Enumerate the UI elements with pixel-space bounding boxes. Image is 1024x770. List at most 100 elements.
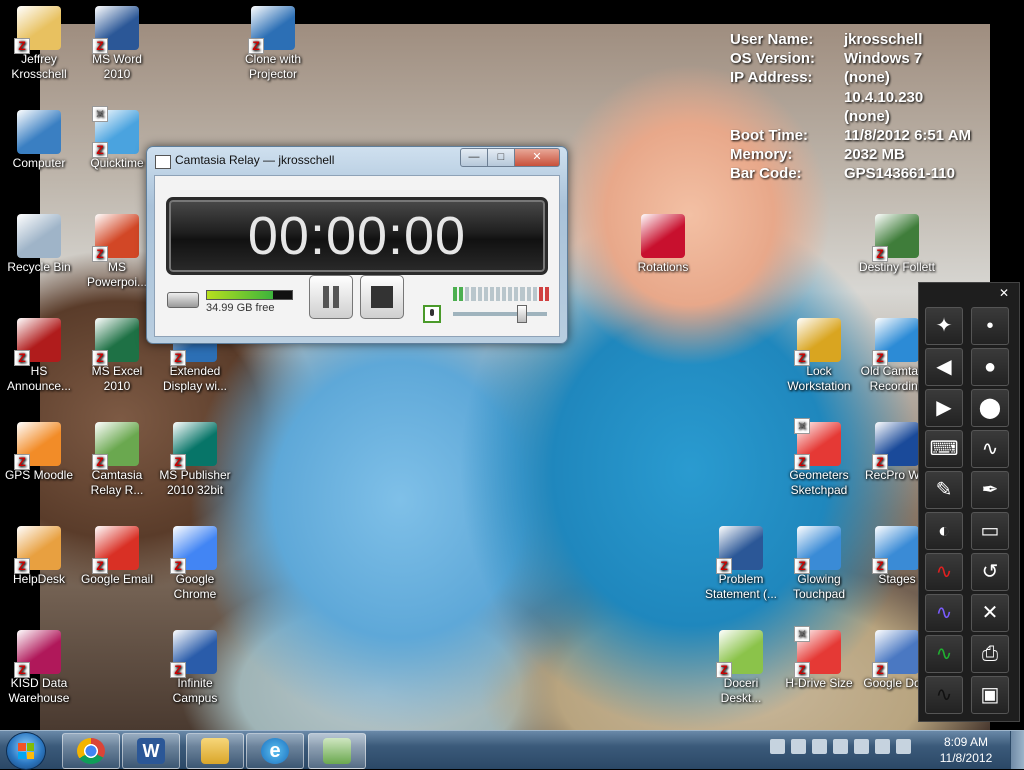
- desktop-icon[interactable]: Z MS Powerpoi...: [78, 210, 156, 290]
- desktop-icon-label: Jeffrey Krosschell: [11, 52, 67, 81]
- camtasia-relay-window[interactable]: Camtasia Relay — jkrosschell — □ ✕ 00:00…: [146, 146, 568, 344]
- sysinfo-value: 2032 MB: [844, 146, 905, 164]
- minimize-button[interactable]: —: [460, 148, 488, 167]
- taskbar-camtasia-relay[interactable]: [308, 733, 366, 769]
- level-segment: [459, 287, 464, 301]
- start-button[interactable]: [6, 732, 46, 770]
- sketchpad-icon: Z ✕: [794, 418, 841, 470]
- hs-icon: Z: [14, 318, 61, 366]
- desktop-icon[interactable]: Z ✕ H-Drive Size: [780, 626, 858, 691]
- chrome-icon: Z: [170, 526, 217, 574]
- clear-icon[interactable]: ✕: [971, 594, 1009, 632]
- pen-cursor-icon[interactable]: ✎: [925, 471, 963, 509]
- excel-icon: Z: [92, 318, 139, 366]
- desktop-icon-label: Camtasia Relay R...: [90, 468, 144, 497]
- zenworks-badge-icon: Z: [170, 558, 186, 574]
- desktop-icon-label: MS Publisher 2010 32bit: [159, 468, 231, 497]
- zenworks-badge-icon: Z: [92, 454, 108, 470]
- taskbar-internet-explorer[interactable]: e: [246, 733, 304, 769]
- taskbar-chrome[interactable]: [62, 733, 120, 769]
- arrow-left-icon[interactable]: ◀: [925, 348, 963, 386]
- tray-network-icon[interactable]: [875, 739, 890, 754]
- desktop-icon[interactable]: Z MS Excel 2010: [78, 314, 156, 394]
- purple-pen-icon[interactable]: ∿: [925, 594, 963, 632]
- system-info-overlay: User Name: jkrosschell OS Version: Windows …: [730, 30, 971, 184]
- disk-space-fill: [207, 291, 274, 299]
- desktop-icon[interactable]: Computer: [0, 106, 78, 171]
- sysinfo-row: (none): [730, 107, 971, 126]
- lock-icon: Z: [794, 318, 841, 366]
- volume-slider-track[interactable]: [453, 312, 547, 316]
- tray-display-icon[interactable]: [854, 739, 869, 754]
- desktop-icon[interactable]: Rotations: [624, 210, 702, 275]
- arrow-right-icon[interactable]: ▶: [925, 389, 963, 427]
- desktop-icon[interactable]: Z HelpDesk: [0, 522, 78, 587]
- desktop-icon[interactable]: Z Destiny Follett: [858, 210, 936, 275]
- tray-volume-icon[interactable]: [896, 739, 911, 754]
- desktop-icon[interactable]: Z GPS Moodle: [0, 418, 78, 483]
- globe-icon: Z: [872, 318, 919, 366]
- tray-bluetooth-icon[interactable]: [833, 739, 848, 754]
- tray-flag-icon[interactable]: [770, 739, 785, 754]
- taskbar-word[interactable]: W: [122, 733, 180, 769]
- zenworks-badge-icon: Z: [716, 662, 732, 678]
- desktop-icon[interactable]: Z Problem Statement (...: [702, 522, 780, 602]
- word-icon: W: [137, 738, 165, 764]
- zenworks-badge-icon: Z: [14, 662, 30, 678]
- recpro-icon: Z: [872, 422, 919, 470]
- desktop-icon[interactable]: Z ✕ Quicktime: [78, 106, 156, 171]
- desktop-icon-label: Doceri Deskt...: [720, 676, 762, 705]
- tray-globe-icon[interactable]: [812, 739, 827, 754]
- level-segment: [465, 287, 470, 301]
- pie-chart-icon: Z ✕: [794, 626, 841, 678]
- close-icon[interactable]: ✕: [997, 286, 1011, 300]
- show-desktop-button[interactable]: [1010, 731, 1024, 769]
- microphone-icon[interactable]: [423, 305, 441, 323]
- print-icon[interactable]: ⎙: [971, 635, 1009, 673]
- maximize-button[interactable]: □: [487, 148, 515, 167]
- close-button[interactable]: ✕: [514, 148, 560, 167]
- desktop-icon[interactable]: Z Google Chrome: [156, 522, 234, 602]
- pause-button[interactable]: [309, 275, 353, 319]
- undo-icon[interactable]: ↺: [971, 553, 1009, 591]
- marker-icon[interactable]: ✒: [971, 471, 1009, 509]
- stop-button[interactable]: [360, 275, 404, 319]
- desktop-icon[interactable]: Z Google Email: [78, 522, 156, 587]
- desktop-icon[interactable]: Z Clone with Projector: [234, 2, 312, 82]
- keyboard-icon[interactable]: ⌨: [925, 430, 963, 468]
- desktop-icon[interactable]: Recycle Bin: [0, 210, 78, 275]
- taskbar-explorer[interactable]: [186, 733, 244, 769]
- desktop-icon[interactable]: Z Doceri Deskt...: [702, 626, 780, 706]
- zenworks-badge-icon: Z: [872, 454, 888, 470]
- desktop-icon[interactable]: Z MS Word 2010: [78, 2, 156, 82]
- dot-large-icon[interactable]: ⬤: [971, 389, 1009, 427]
- desktop-icon[interactable]: Z MS Publisher 2010 32bit: [156, 418, 234, 498]
- zenworks-badge-icon: Z: [92, 142, 108, 158]
- green-pen-icon[interactable]: ∿: [925, 635, 963, 673]
- red-pen-icon[interactable]: ∿: [925, 553, 963, 591]
- laser-pointer-icon[interactable]: ✦: [925, 307, 963, 345]
- tray-device-icon[interactable]: [791, 739, 806, 754]
- desktop-icon[interactable]: Z Glowing Touchpad: [780, 522, 858, 602]
- save-icon[interactable]: ▣: [971, 676, 1009, 714]
- volume-slider-thumb[interactable]: [517, 305, 527, 323]
- eraser-icon[interactable]: ▭: [971, 512, 1009, 550]
- black-pen-icon[interactable]: ∿: [925, 676, 963, 714]
- sysinfo-row: OS Version: Windows 7: [730, 49, 971, 68]
- level-segment: [453, 287, 458, 301]
- pen-stroke-icon[interactable]: ∿: [971, 430, 1009, 468]
- palette-icon[interactable]: ◐: [925, 512, 963, 550]
- desktop-icon[interactable]: Z Lock Workstation: [780, 314, 858, 394]
- zenworks-badge-icon: Z: [248, 38, 264, 54]
- desktop-icon[interactable]: Z ✕ Geometers Sketchpad: [780, 418, 858, 498]
- taskbar-clock[interactable]: 8:09 AM 11/8/2012: [930, 734, 1002, 766]
- desktop-icon[interactable]: Z KISD Data Warehouse: [0, 626, 78, 706]
- dot-medium-icon[interactable]: ●: [971, 348, 1009, 386]
- desktop-icon[interactable]: Z Infinite Campus: [156, 626, 234, 706]
- dot-small-icon[interactable]: •: [971, 307, 1009, 345]
- desktop-icon[interactable]: Z HS Announce...: [0, 314, 78, 394]
- desktop-icon-label: MS Excel 2010: [91, 364, 143, 393]
- desktop-icon[interactable]: Z Jeffrey Krosschell: [0, 2, 78, 82]
- desktop-icon-label: Recycle Bin: [7, 260, 71, 274]
- desktop-icon[interactable]: Z Camtasia Relay R...: [78, 418, 156, 498]
